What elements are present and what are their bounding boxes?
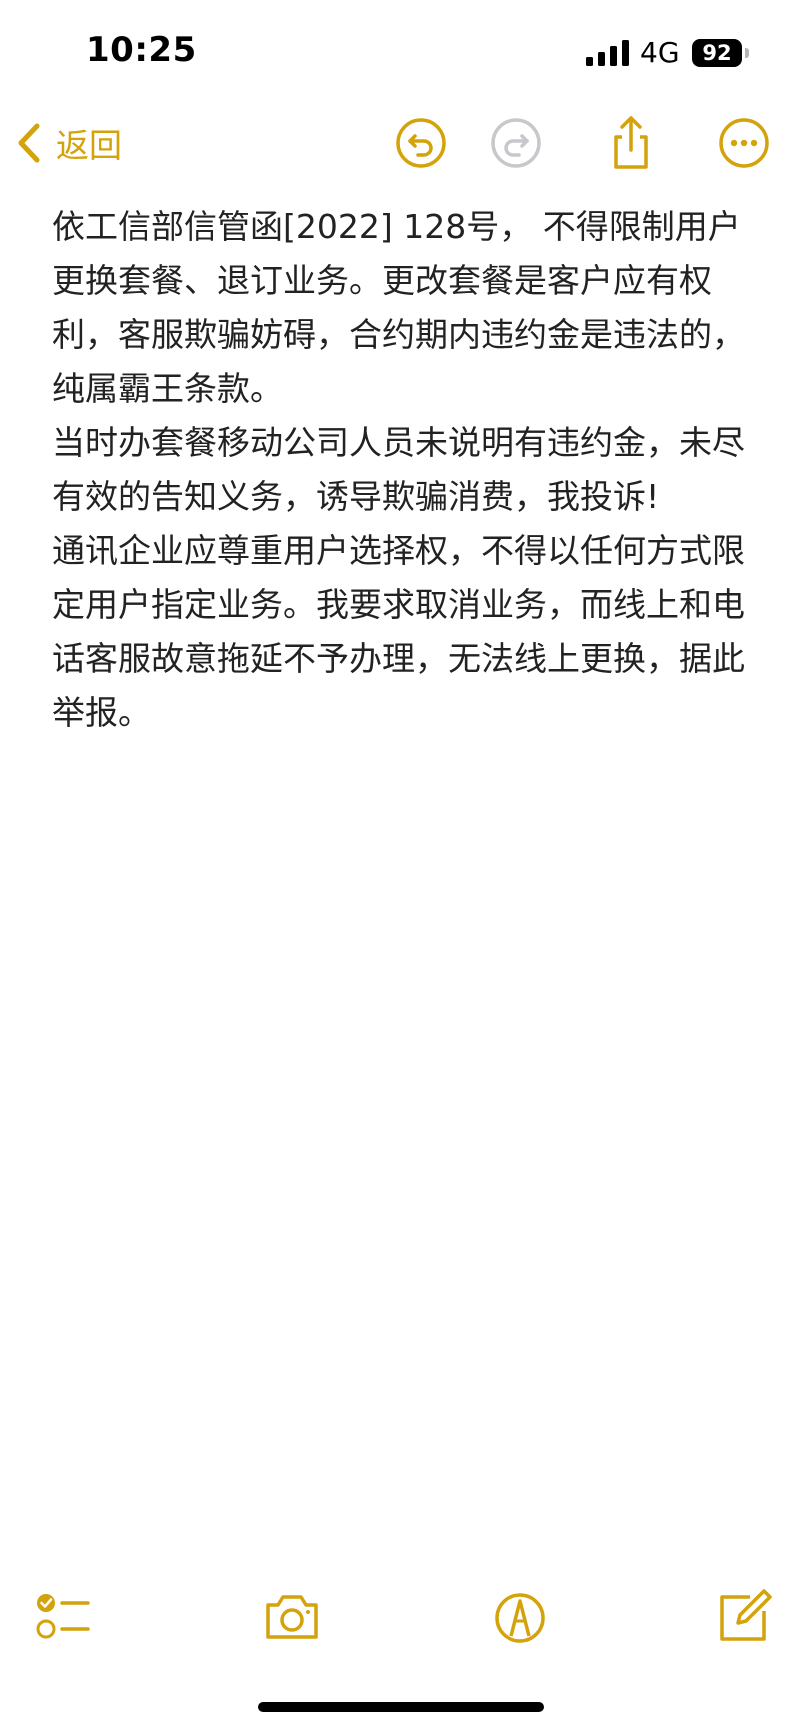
- battery-icon: 92: [692, 39, 749, 67]
- more-icon[interactable]: [714, 113, 774, 173]
- note-body[interactable]: 依工信部信管函[2022] 128号， 不得限制用户更换套餐、退订业务。更改套餐…: [52, 200, 752, 740]
- compose-icon[interactable]: [712, 1585, 776, 1649]
- share-icon[interactable]: [601, 113, 661, 173]
- cellular-signal-icon: [586, 40, 629, 66]
- note-paragraph: 通讯企业应尊重用户选择权，不得以任何方式限定用户指定业务。我要求取消业务，而线上…: [52, 531, 745, 732]
- markup-icon[interactable]: [488, 1585, 552, 1649]
- chevron-left-icon: [18, 123, 40, 163]
- redo-icon[interactable]: [486, 113, 546, 173]
- back-label: 返回: [56, 126, 122, 165]
- status-time: 10:25: [86, 30, 197, 70]
- undo-icon[interactable]: [391, 113, 451, 173]
- camera-icon[interactable]: [260, 1585, 324, 1649]
- network-type: 4G: [640, 36, 680, 69]
- note-paragraph: 当时办套餐移动公司人员未说明有违约金，未尽有效的告知义务，诱导欺骗消费，我投诉!: [52, 423, 745, 516]
- note-toolbar: 返回: [0, 105, 800, 181]
- status-bar: 10:25 4G 92: [0, 0, 800, 100]
- battery-level: 92: [692, 39, 742, 67]
- battery-cap: [745, 48, 749, 58]
- checklist-icon[interactable]: [32, 1585, 96, 1649]
- back-button[interactable]: 返回: [16, 117, 122, 169]
- note-paragraph: 依工信部信管函[2022] 128号， 不得限制用户更换套餐、退订业务。更改套餐…: [52, 207, 745, 408]
- bottom-toolbar: [0, 1585, 800, 1655]
- home-indicator[interactable]: [258, 1702, 544, 1712]
